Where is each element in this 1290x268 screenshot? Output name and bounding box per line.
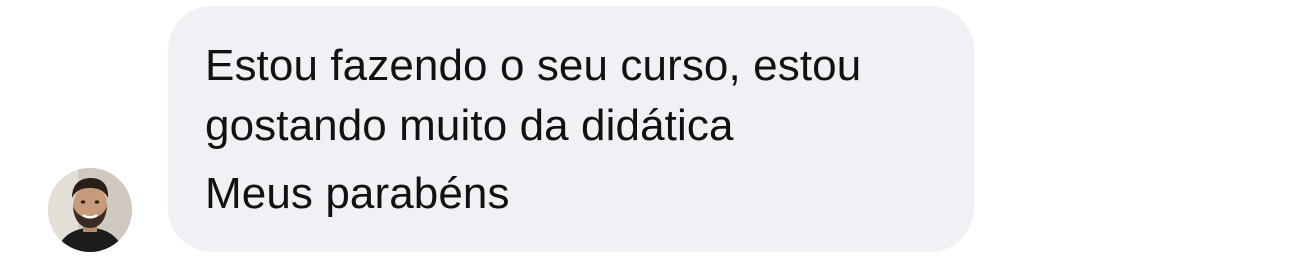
- avatar[interactable]: [48, 168, 132, 252]
- message-text-line: Meus parabéns: [205, 169, 510, 218]
- user-avatar-photo-icon: [48, 168, 132, 252]
- message-text-line: Estou fazendo o seu curso, estou: [205, 41, 862, 90]
- message-text-line: gostando muito da didática: [205, 101, 734, 150]
- message-bubble[interactable]: Estou fazendo o seu curso, estou gostand…: [168, 6, 974, 252]
